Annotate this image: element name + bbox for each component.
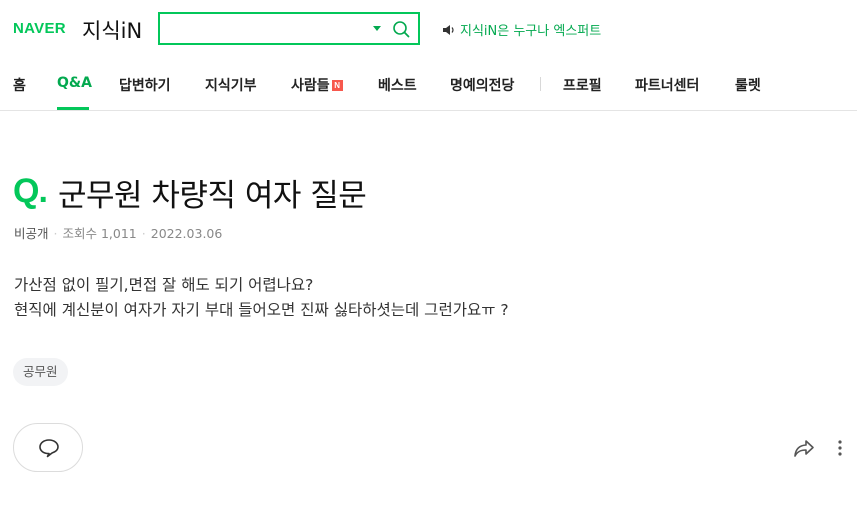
naver-logo[interactable]: NAVER [13, 20, 66, 37]
meta-separator: · [53, 226, 58, 241]
nav-item-people[interactable]: 사람들 N [291, 75, 343, 95]
question-meta: 비공개 · 조회수 1,011 · 2022.03.06 [14, 223, 222, 242]
question-body: 가산점 없이 필기,면접 잘 해도 되기 어렵나요? 현직에 계신분이 여자가 … [14, 273, 509, 323]
chevron-down-icon[interactable] [373, 26, 381, 31]
nav-item-profile[interactable]: 프로필 [563, 75, 602, 95]
top-header: NAVER 지식iN 지식iN은 누구나 엑스퍼트 [0, 0, 857, 56]
question-views: 조회수 1,011 [62, 226, 137, 241]
search-input[interactable] [166, 18, 362, 39]
nav-item-partner-center[interactable]: 파트너센터 [635, 75, 699, 95]
question-date: 2022.03.06 [150, 226, 223, 241]
nav-divider [540, 77, 541, 91]
question-title: 군무원 차량직 여자 질문 [58, 178, 367, 214]
question-mark: Q. [13, 172, 48, 210]
nav-item-best[interactable]: 베스트 [378, 75, 417, 95]
tag-chip[interactable]: 공무원 [13, 358, 68, 386]
search-box [158, 12, 420, 45]
expert-link-label: 지식iN은 누구나 엑스퍼트 [460, 24, 602, 39]
active-tab-indicator [57, 107, 89, 110]
nav-item-qna[interactable]: Q&A [57, 75, 92, 91]
nav-item-answer[interactable]: 답변하기 [119, 75, 171, 95]
share-icon[interactable] [792, 437, 816, 459]
nav-item-home[interactable]: 홈 [13, 75, 26, 95]
expert-link[interactable]: 지식iN은 누구나 엑스퍼트 [442, 20, 601, 39]
comment-button[interactable] [13, 423, 83, 472]
new-badge: N [331, 80, 343, 91]
meta-separator: · [141, 226, 146, 241]
main-nav: 홈 Q&A 답변하기 지식기부 사람들 N 베스트 명예의전당 프로필 파트너센터… [0, 56, 857, 111]
search-icon[interactable] [390, 18, 412, 40]
question-body-line: 가산점 없이 필기,면접 잘 해도 되기 어렵나요? [14, 276, 314, 294]
comment-icon [39, 439, 59, 458]
question-body-line: 현직에 계신분이 여자가 자기 부대 들어오면 진짜 싫타하셧는데 그런가요ㅠ … [14, 301, 509, 319]
more-vertical-icon[interactable] [832, 439, 848, 457]
kin-logo[interactable]: 지식iN [82, 15, 142, 45]
nav-item-donate[interactable]: 지식기부 [205, 75, 257, 95]
question-author: 비공개 [14, 226, 49, 241]
speaker-icon [443, 24, 454, 35]
nav-item-hall-of-fame[interactable]: 명예의전당 [450, 75, 514, 95]
nav-item-people-label: 사람들 [291, 78, 330, 94]
nav-item-roulette[interactable]: 룰렛 [735, 75, 761, 95]
